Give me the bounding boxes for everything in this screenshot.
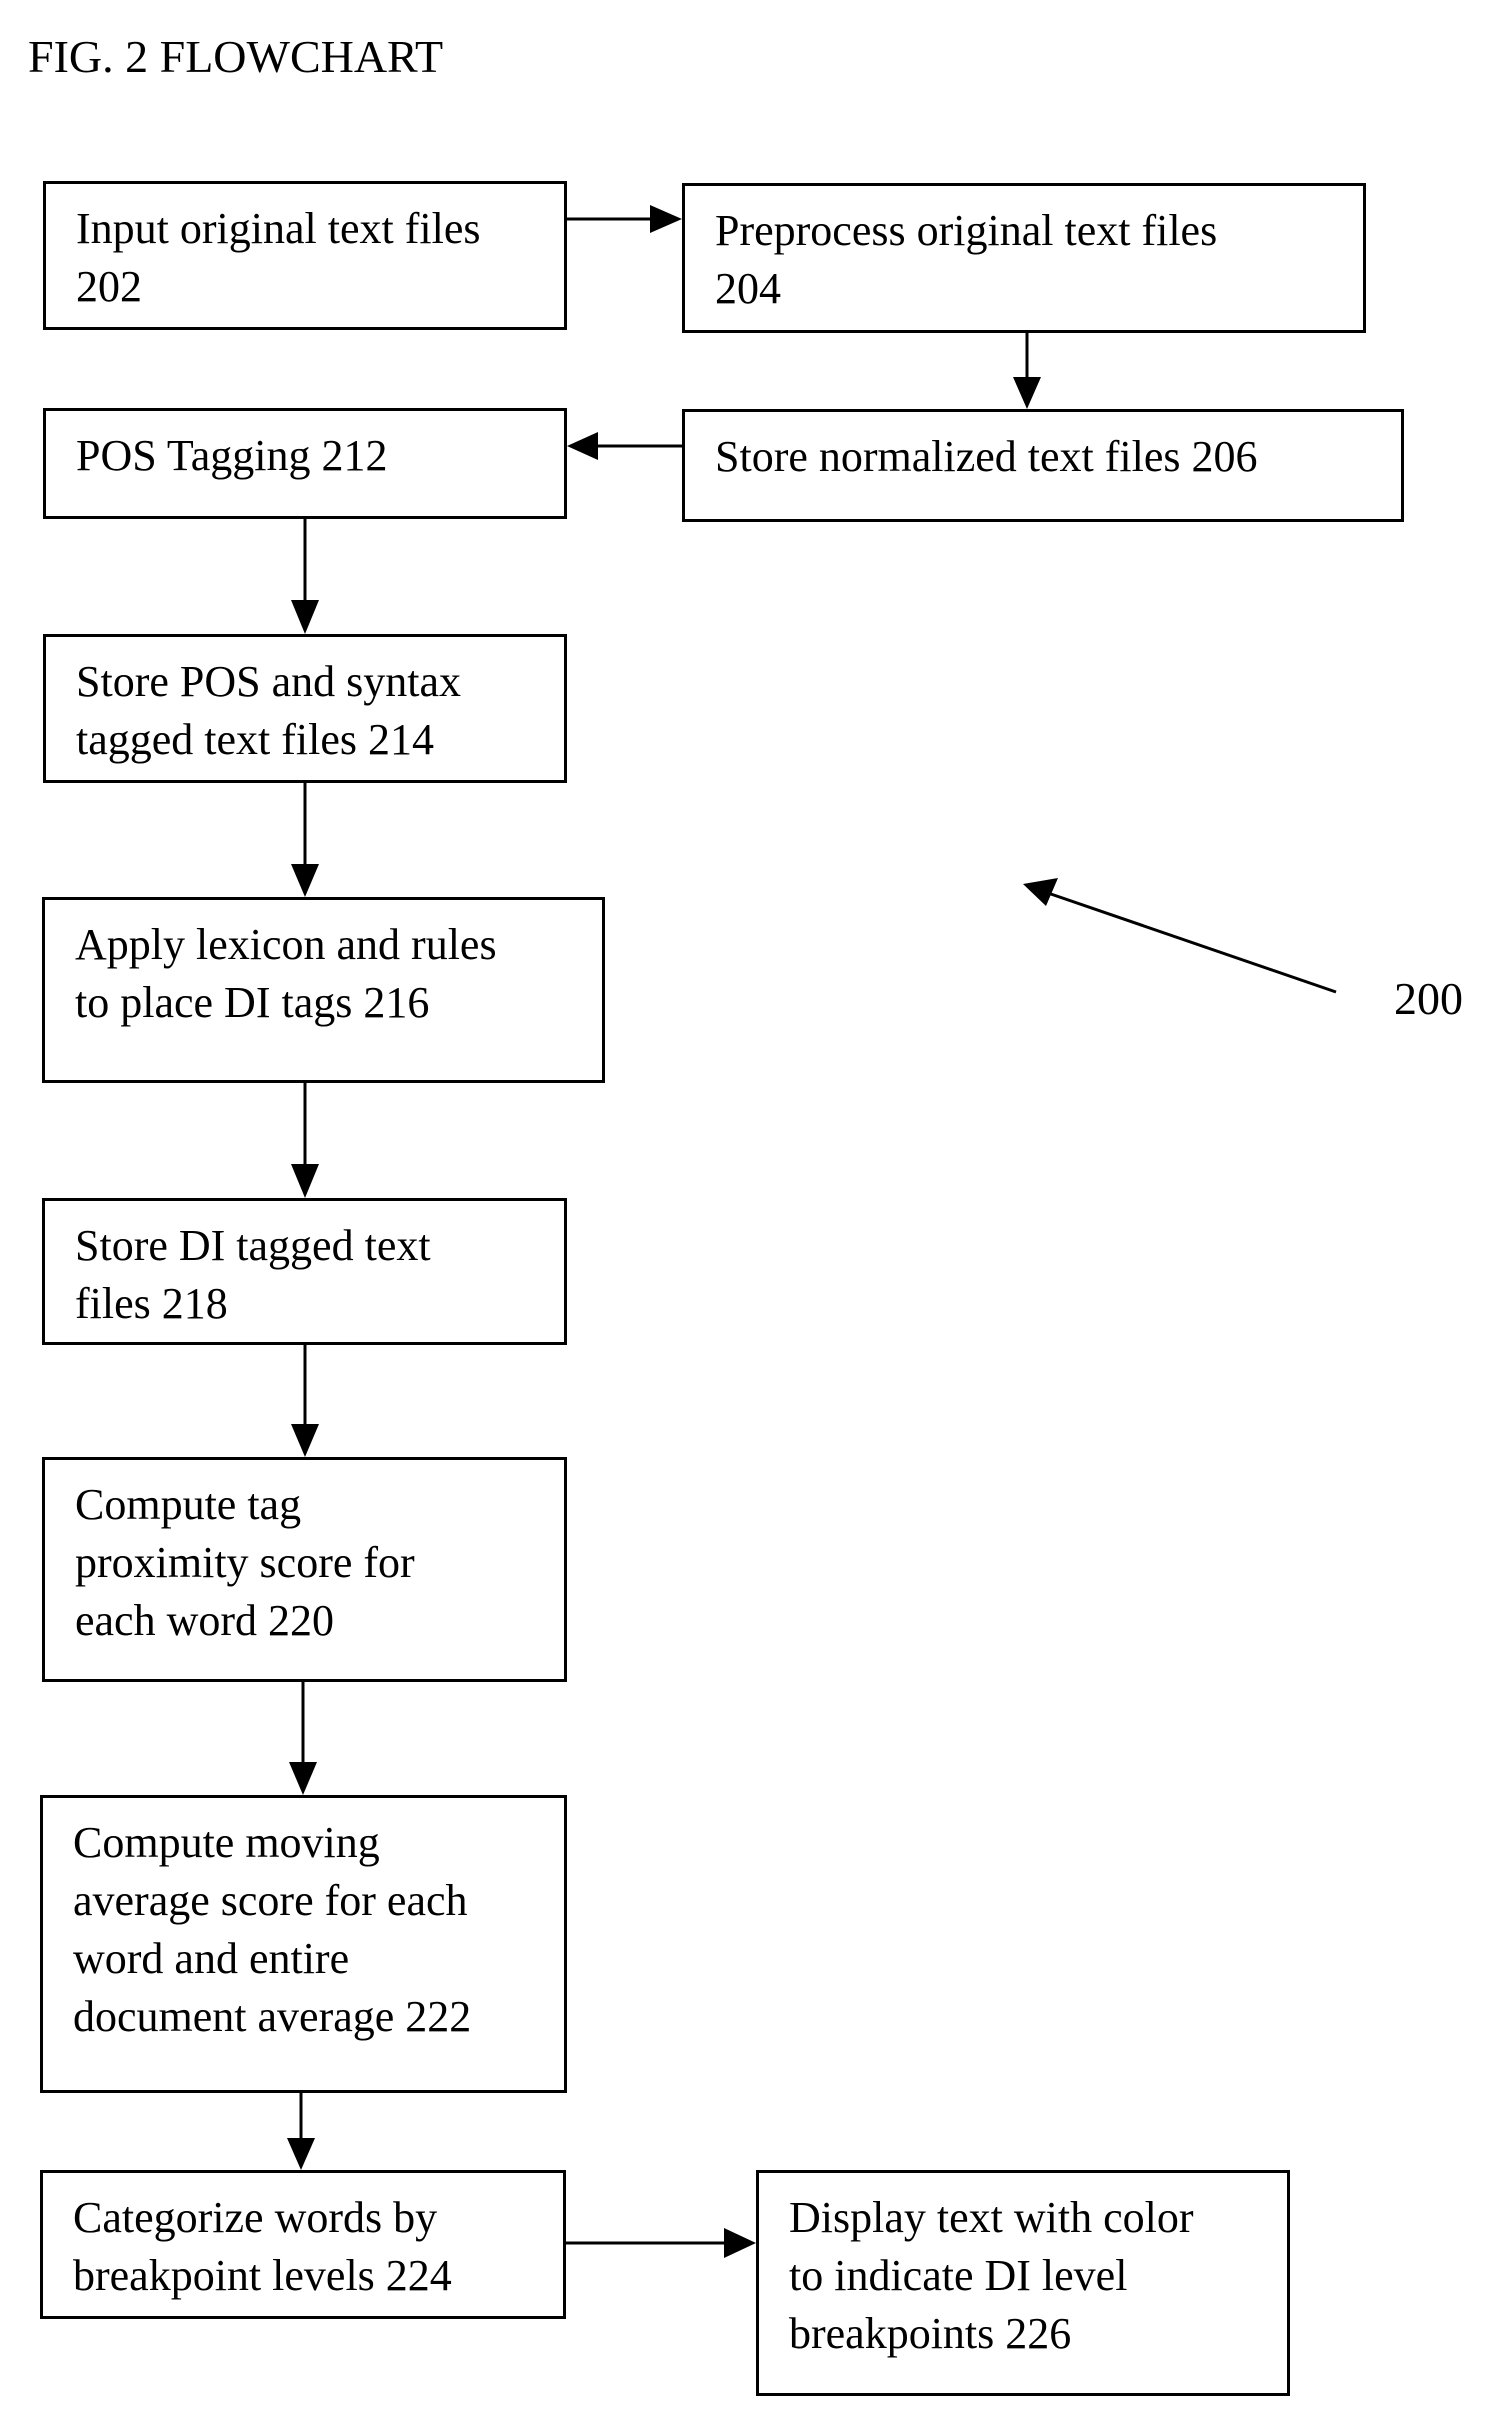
arrowhead-220-222: [289, 1762, 317, 1795]
step-214-label: Store POS and syntax tagged text files 2…: [76, 657, 461, 764]
step-204-box: Preprocess original text files 204: [682, 183, 1366, 333]
arrowhead-204-206: [1013, 377, 1041, 409]
figure-reference-number: 200: [1394, 973, 1463, 1024]
step-206-label: Store normalized text files 206: [715, 432, 1258, 481]
step-212-box: POS Tagging 212: [43, 408, 567, 519]
arrowhead-224-226: [724, 2228, 756, 2258]
step-226-label: Display text with color to indicate DI l…: [789, 2193, 1194, 2358]
arrowhead-206-212: [567, 432, 598, 460]
step-218-box: Store DI tagged text files 218: [42, 1198, 567, 1345]
step-214-box: Store POS and syntax tagged text files 2…: [43, 634, 567, 783]
step-218-label: Store DI tagged text files 218: [75, 1221, 431, 1328]
step-222-label: Compute moving average score for each wo…: [73, 1818, 472, 2041]
step-212-label: POS Tagging 212: [76, 431, 388, 480]
step-222-box: Compute moving average score for each wo…: [40, 1795, 567, 2093]
arrowhead-214-216: [291, 864, 319, 897]
arrowhead-222-224: [287, 2138, 315, 2170]
step-226-box: Display text with color to indicate DI l…: [756, 2170, 1290, 2396]
step-224-box: Categorize words by breakpoint levels 22…: [40, 2170, 566, 2319]
arrowhead-216-218: [291, 1164, 319, 1198]
reference-arrowhead: [1023, 878, 1058, 906]
step-204-label: Preprocess original text files 204: [715, 206, 1218, 313]
arrowhead-218-220: [291, 1424, 319, 1457]
step-224-label: Categorize words by breakpoint levels 22…: [73, 2193, 452, 2300]
step-206-box: Store normalized text files 206: [682, 409, 1404, 522]
step-220-box: Compute tag proximity score for each wor…: [42, 1457, 567, 1682]
step-202-box: Input original text files 202: [43, 181, 567, 330]
step-202-label: Input original text files 202: [76, 204, 481, 311]
arrowhead-202-204: [650, 205, 682, 233]
step-220-label: Compute tag proximity score for each wor…: [75, 1480, 415, 1645]
reference-leader-line: [1044, 890, 1337, 994]
step-216-box: Apply lexicon and rules to place DI tags…: [42, 897, 605, 1083]
step-216-label: Apply lexicon and rules to place DI tags…: [75, 920, 497, 1027]
arrowhead-212-214: [291, 600, 319, 634]
